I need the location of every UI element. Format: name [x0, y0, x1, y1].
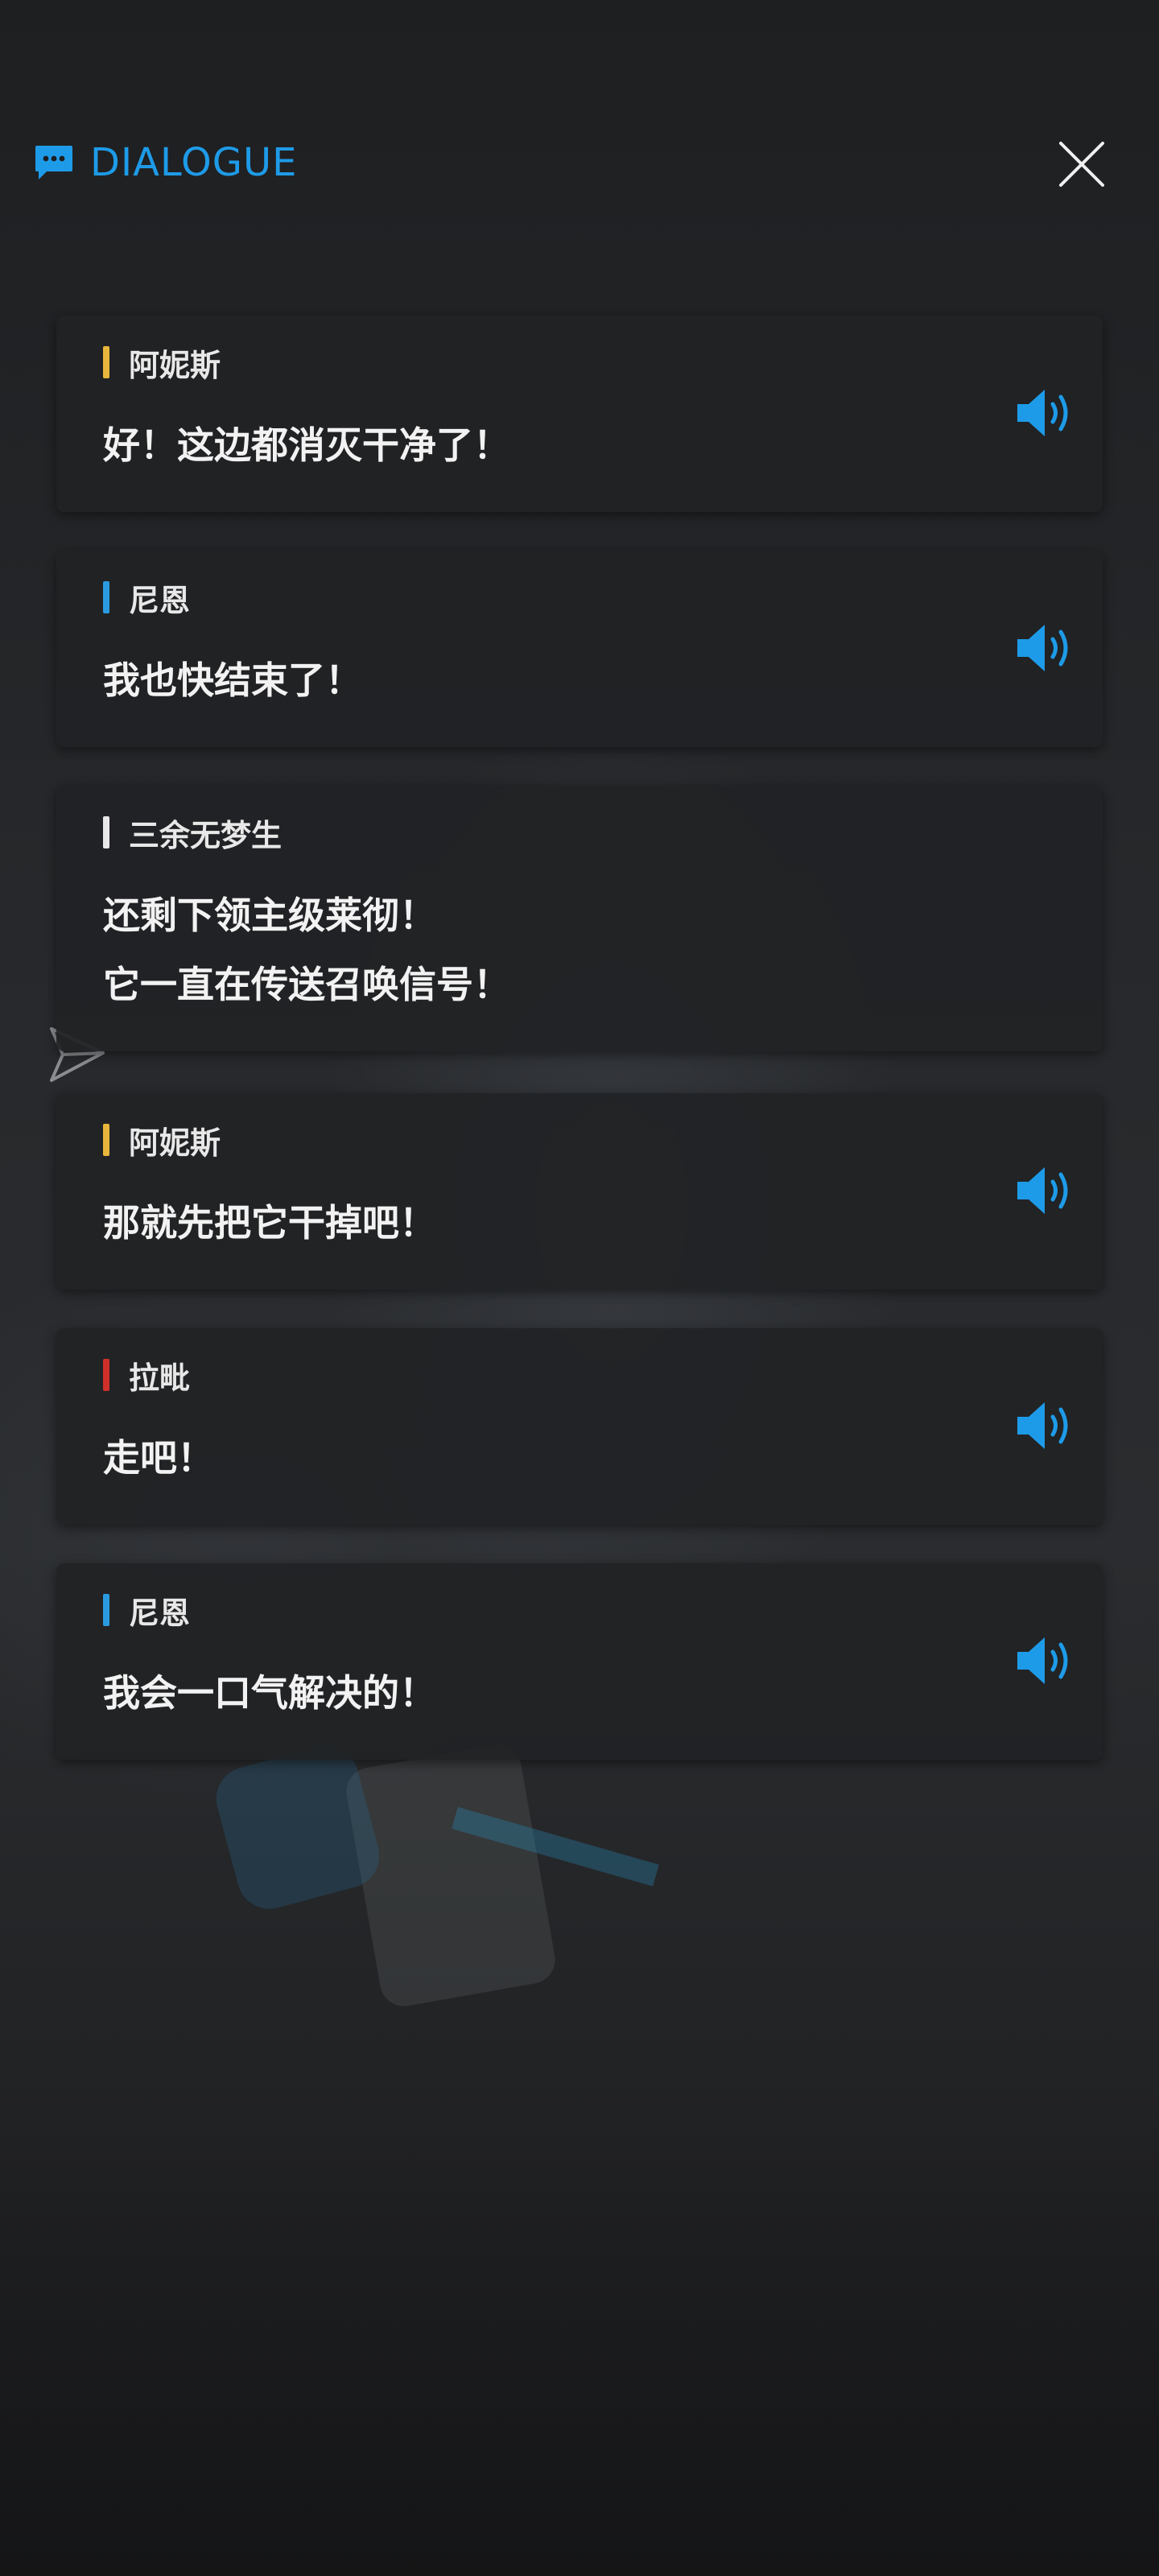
speaker-name: 阿妮斯 [129, 347, 221, 383]
speaker-volume-icon[interactable] [1014, 620, 1079, 676]
dialogue-line: 我会一口气解决的！ [103, 1671, 436, 1715]
speaker-name: 尼恩 [129, 582, 191, 618]
speaker-color-bar [103, 581, 109, 613]
dialogue-entry: 阿妮斯 好！这边都消灭干净了！ [56, 316, 1103, 512]
speaker-row: 尼恩 [103, 580, 974, 618]
dialogue-list: 阿妮斯 好！这边都消灭干净了！ 尼恩 我也快结束了！ 三余无梦生 还剩下领主级莱… [56, 316, 1103, 1798]
speaker-name: 阿妮斯 [129, 1125, 221, 1161]
background-artwork-stripe [452, 1806, 659, 1887]
dialogue-entry: 尼恩 我会一口气解决的！ [56, 1563, 1103, 1760]
speaker-row: 拉毗 [103, 1357, 974, 1396]
speaker-volume-icon[interactable] [1014, 385, 1079, 441]
speaker-color-bar [103, 346, 109, 378]
chat-bubble-icon [35, 146, 72, 180]
speaker-name: 尼恩 [129, 1595, 191, 1631]
dialogue-entry: 三余无梦生 还剩下领主级莱彻！ 它一直在传送召唤信号！ [56, 786, 1103, 1051]
dialogue-header: DIALOGUE [34, 137, 297, 188]
dialogue-line: 那就先把它干掉吧！ [103, 1201, 436, 1245]
speaker-color-bar [103, 816, 109, 848]
speaker-color-bar [103, 1594, 109, 1626]
speaker-color-bar [103, 1359, 109, 1391]
speaker-name: 拉毗 [129, 1360, 191, 1396]
speaker-name: 三余无梦生 [129, 817, 283, 853]
dialogue-entry: 尼恩 我也快结束了！ [56, 551, 1103, 747]
dialogue-entry: 拉毗 走吧！ [56, 1328, 1103, 1525]
dialogue-line: 它一直在传送召唤信号！ [103, 963, 510, 1006]
dialogue-entry: 阿妮斯 那就先把它干掉吧！ [56, 1093, 1103, 1290]
speaker-volume-icon[interactable] [1014, 1162, 1079, 1219]
speaker-color-bar [103, 1124, 109, 1156]
speaker-row: 阿妮斯 [103, 345, 974, 383]
speaker-row: 尼恩 [103, 1592, 974, 1631]
speaker-volume-icon[interactable] [1014, 1397, 1079, 1454]
dialogue-title: DIALOGUE [90, 140, 298, 185]
dialogue-line: 还剩下领主级莱彻！ [103, 894, 436, 937]
background-shade [0, 2093, 1159, 2576]
speaker-row: 三余无梦生 [103, 815, 974, 853]
speaker-volume-icon[interactable] [1014, 1633, 1079, 1689]
dialogue-line: 我也快结束了！ [103, 658, 362, 702]
dialogue-line: 好！这边都消灭干净了！ [103, 423, 510, 467]
dialogue-line: 走吧！ [103, 1436, 214, 1480]
dialogue-log-screen: DIALOGUE 阿妮斯 好！这边都消灭干净了！ 尼恩 我也快结束了！ 三余无梦… [0, 0, 1159, 2576]
close-icon[interactable] [1056, 138, 1107, 190]
speaker-row: 阿妮斯 [103, 1122, 974, 1161]
